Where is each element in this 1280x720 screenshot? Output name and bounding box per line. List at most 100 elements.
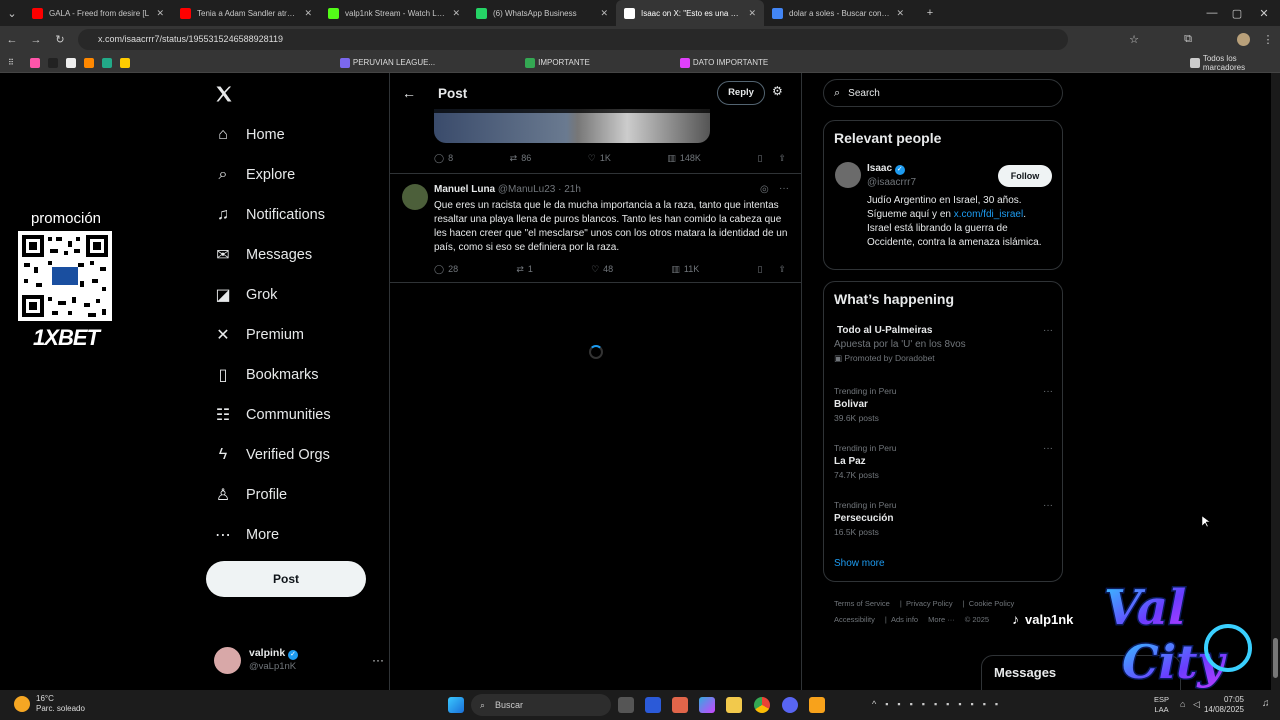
nav-item-notifications[interactable]: ♫ Notifications bbox=[206, 195, 386, 235]
show-more-link[interactable]: Show more bbox=[834, 558, 885, 569]
post-button[interactable]: Post bbox=[206, 561, 366, 597]
app-icon[interactable] bbox=[809, 697, 825, 713]
back-arrow-icon[interactable]: ← bbox=[0, 34, 24, 46]
bookmark-icon[interactable] bbox=[29, 57, 40, 68]
nav-item-communities[interactable]: ☷ Communities bbox=[206, 395, 386, 435]
browser-tab[interactable]: dolar a soles - Buscar con Goo ✕ bbox=[764, 0, 912, 26]
share-icon[interactable]: ⇪ bbox=[778, 264, 786, 275]
nav-item-grok[interactable]: ◪ Grok bbox=[206, 275, 386, 315]
trend-item[interactable]: Trending in Peru Bolivar 39.6K posts ··· bbox=[834, 386, 1059, 423]
bookmark-item[interactable]: DATO IMPORTANTE bbox=[679, 56, 768, 70]
accessibility-link[interactable]: Accessibility bbox=[834, 615, 875, 624]
browser-tab[interactable]: GALA - Freed from desire [L ✕ bbox=[24, 0, 172, 26]
promoted-trend[interactable]: Todo al U-Palmeiras Apuesta por la 'U' e… bbox=[834, 325, 1059, 364]
minimize-button[interactable]: — bbox=[1200, 7, 1224, 19]
nav-item-bookmarks[interactable]: ▯ Bookmarks bbox=[206, 355, 386, 395]
system-tray[interactable]: ^▪▪▪▪▪▪▪▪▪▪ bbox=[872, 699, 1007, 709]
share-icon[interactable]: ⇪ bbox=[778, 153, 786, 164]
bookmark-item[interactable]: IMPORTANTE bbox=[525, 56, 590, 70]
close-window-button[interactable]: ✕ bbox=[1252, 7, 1276, 20]
reply-action[interactable]: ◯ 8 bbox=[434, 153, 453, 164]
bookmark-item[interactable]: Todos los marcadores bbox=[1190, 54, 1280, 72]
bookmark-icon[interactable] bbox=[65, 57, 76, 68]
chrome-icon[interactable] bbox=[754, 697, 770, 713]
nav-item-verified-orgs[interactable]: ϟ Verified Orgs bbox=[206, 435, 386, 475]
reply-author-name[interactable]: Manuel Luna bbox=[434, 184, 495, 195]
close-tab-icon[interactable]: ✕ bbox=[748, 8, 756, 19]
views-action[interactable]: ▥ 11K bbox=[671, 264, 699, 275]
browser-tab[interactable]: Tenia a Adam Sandler atrás cel ✕ bbox=[172, 0, 320, 26]
language-indicator[interactable]: ESP LAA bbox=[1154, 695, 1169, 715]
more-link[interactable]: More ··· bbox=[928, 615, 955, 624]
windows-start-icon[interactable] bbox=[448, 697, 464, 713]
nav-item-profile[interactable]: ♙ Profile bbox=[206, 475, 386, 515]
reply-button[interactable]: Reply bbox=[717, 81, 765, 105]
reload-icon[interactable]: ↻ bbox=[48, 33, 72, 46]
maximize-button[interactable]: ▢ bbox=[1225, 7, 1249, 20]
clock[interactable]: 07:05 14/08/2025 bbox=[1204, 695, 1244, 715]
repost-action[interactable]: ⇄ 1 bbox=[516, 264, 533, 275]
weather-widget[interactable]: 16°C Parc. soleado bbox=[14, 694, 85, 714]
discord-icon[interactable] bbox=[782, 697, 798, 713]
browser-tab[interactable]: (6) WhatsApp Business ✕ bbox=[468, 0, 616, 26]
url-bar[interactable]: x.com/isaacrrr7/status/19553152465889281… bbox=[78, 29, 1068, 50]
account-switcher[interactable]: valpink ✓ @vaLp1nK ··· bbox=[214, 644, 384, 676]
follow-button[interactable]: Follow bbox=[998, 165, 1052, 187]
promo-ad[interactable]: promoción 1XBET bbox=[18, 210, 114, 351]
network-icon[interactable]: ⌂ bbox=[1180, 699, 1185, 709]
more-dots-icon[interactable]: ··· bbox=[1043, 500, 1053, 511]
new-tab-button[interactable]: + bbox=[918, 7, 942, 19]
taskbar-search[interactable]: ⌕ Buscar bbox=[471, 694, 611, 716]
post-image[interactable] bbox=[434, 109, 710, 143]
extensions-icon[interactable]: ⧉ bbox=[1176, 33, 1200, 46]
nav-item-explore[interactable]: ⌕ Explore bbox=[206, 155, 386, 195]
bookmark-icon[interactable] bbox=[47, 57, 58, 68]
back-arrow-icon[interactable]: ← bbox=[402, 85, 416, 101]
nav-item-home[interactable]: ⌂ Home bbox=[206, 115, 386, 155]
page-scrollbar[interactable] bbox=[1271, 73, 1280, 690]
file-explorer-icon[interactable] bbox=[726, 697, 742, 713]
copilot-icon[interactable] bbox=[699, 697, 715, 713]
avatar[interactable] bbox=[835, 162, 861, 188]
close-tab-icon[interactable]: ✕ bbox=[452, 8, 460, 19]
person-name[interactable]: Isaac bbox=[867, 163, 892, 174]
more-dots-icon[interactable]: ··· bbox=[1043, 386, 1053, 397]
like-action[interactable]: ♡ 1K bbox=[588, 153, 611, 164]
browser-menu-icon[interactable]: ⋮ bbox=[1256, 33, 1280, 46]
bookmark-icon[interactable] bbox=[101, 57, 112, 68]
more-dots-icon[interactable]: ··· bbox=[779, 183, 789, 194]
notification-bell-icon[interactable]: ♫ bbox=[1262, 698, 1270, 709]
apps-grid-icon[interactable]: ⠿ bbox=[8, 56, 14, 70]
bookmark-icon[interactable] bbox=[119, 57, 130, 68]
ads-info-link[interactable]: Ads info bbox=[891, 615, 918, 624]
close-tab-icon[interactable]: ✕ bbox=[600, 8, 608, 19]
bio-link[interactable]: x.com/fdi_israel bbox=[954, 209, 1023, 220]
bookmark-item[interactable]: PERUVIAN LEAGUE... bbox=[339, 56, 435, 70]
trend-item[interactable]: Trending in Peru La Paz 74.7K posts ··· bbox=[834, 443, 1059, 480]
grok-icon[interactable]: ◎ bbox=[760, 184, 769, 195]
nav-item-more[interactable]: ⋯ More bbox=[206, 515, 386, 555]
terms-link[interactable]: Terms of Service bbox=[834, 599, 890, 608]
search-input[interactable]: ⌕ Search bbox=[823, 79, 1063, 107]
bookmark-star-icon[interactable]: ☆ bbox=[1122, 33, 1146, 46]
trend-item[interactable]: Trending in Peru Persecución 16.5K posts ··… bbox=[834, 500, 1059, 537]
reply-action[interactable]: ◯ 28 bbox=[434, 264, 458, 275]
task-view-icon[interactable] bbox=[618, 697, 634, 713]
volume-icon[interactable]: ◁ bbox=[1193, 699, 1200, 710]
avatar[interactable] bbox=[402, 184, 428, 210]
bookmark-action[interactable]: ▯ ⇪ bbox=[758, 264, 787, 275]
more-dots-icon[interactable]: ··· bbox=[1043, 443, 1053, 454]
browser-tab[interactable]: Isaac on X: "Esto es una playa e ✕ bbox=[616, 0, 764, 26]
forward-arrow-icon[interactable]: → bbox=[24, 34, 48, 46]
privacy-link[interactable]: Privacy Policy bbox=[906, 599, 953, 608]
scrollbar-thumb[interactable] bbox=[1273, 638, 1278, 678]
profile-avatar[interactable] bbox=[1237, 33, 1250, 46]
app-icon[interactable] bbox=[672, 697, 688, 713]
nav-item-premium[interactable]: ✕ Premium bbox=[206, 315, 386, 355]
views-action[interactable]: ▥ 148K bbox=[667, 153, 701, 164]
reply-tweet[interactable]: Manuel Luna @ManuLu23 · 21h ◎ ··· Que er… bbox=[390, 173, 801, 283]
close-tab-icon[interactable]: ✕ bbox=[156, 8, 164, 19]
like-action[interactable]: ♡ 48 bbox=[591, 264, 613, 275]
close-tab-icon[interactable]: ✕ bbox=[304, 8, 312, 19]
more-dots-icon[interactable]: ··· bbox=[1043, 325, 1053, 336]
